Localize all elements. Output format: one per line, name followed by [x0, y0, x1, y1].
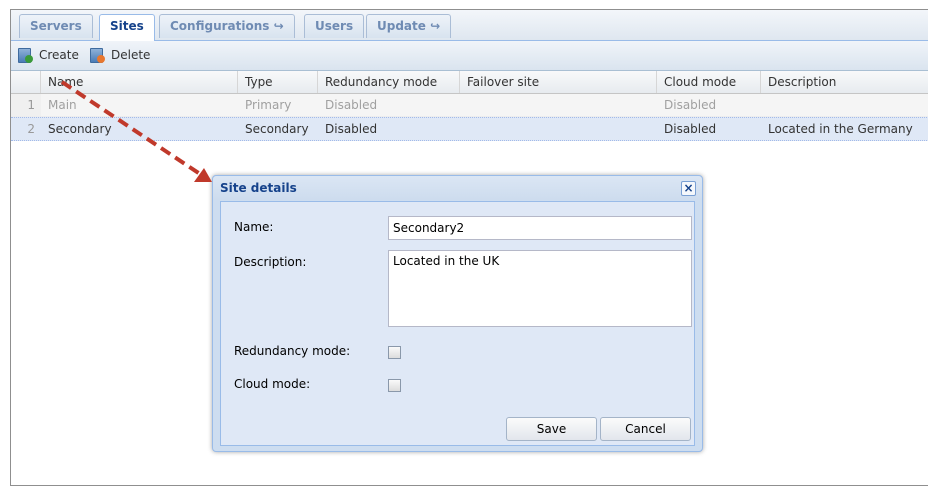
cloud-mode-checkbox[interactable] — [388, 379, 401, 392]
close-icon[interactable]: × — [681, 181, 696, 196]
cell-name: Main — [48, 98, 77, 112]
tab-sites[interactable]: Sites — [99, 14, 155, 41]
redundancy-mode-label: Redundancy mode: — [234, 344, 351, 358]
cell-description: Located in the Germany — [768, 122, 913, 136]
cell-type: Primary — [245, 98, 292, 112]
save-button[interactable]: Save — [506, 417, 597, 441]
column-header-type[interactable]: Type — [238, 71, 318, 93]
description-field[interactable]: Located in the UK — [388, 250, 692, 327]
delete-button-label: Delete — [111, 48, 151, 62]
row-number: 2 — [11, 118, 41, 140]
cell-failover — [460, 118, 657, 140]
tab-configurations[interactable]: Configurations ↪ — [159, 14, 295, 38]
column-header-redundancy[interactable]: Redundancy mode — [318, 71, 460, 93]
column-header-name[interactable]: Name — [41, 71, 238, 93]
cloud-mode-label: Cloud mode: — [234, 377, 311, 391]
dialog-header[interactable]: Site details × — [213, 176, 702, 200]
toolbar: Create Delete — [11, 41, 928, 71]
cell-failover — [460, 94, 657, 116]
name-label: Name: — [234, 220, 274, 234]
cell-cloud: Disabled — [664, 122, 717, 136]
create-button-label: Create — [39, 48, 79, 62]
column-header-failover[interactable]: Failover site — [460, 71, 657, 93]
site-details-dialog: Site details × Name: Description: Locate… — [212, 175, 703, 452]
cell-name: Secondary — [48, 122, 112, 136]
cancel-button[interactable]: Cancel — [600, 417, 691, 441]
tab-bar: Servers Sites Configurations ↪ Users Upd… — [11, 10, 928, 41]
delete-button[interactable]: Delete — [89, 46, 150, 64]
row-number: 1 — [11, 94, 41, 116]
table-row[interactable]: 2 Secondary Secondary Disabled Disabled … — [11, 117, 928, 141]
tab-users[interactable]: Users — [304, 14, 365, 38]
redundancy-mode-checkbox[interactable] — [388, 346, 401, 359]
row-number-header — [11, 71, 41, 93]
name-field[interactable] — [388, 216, 692, 240]
dialog-title: Site details — [220, 181, 297, 195]
grid-header: Name Type Redundancy mode Failover site … — [11, 71, 928, 94]
dialog-body: Name: Description: Located in the UK Red… — [220, 201, 695, 446]
add-document-icon — [17, 47, 33, 63]
cell-redundancy: Disabled — [325, 122, 378, 136]
create-button[interactable]: Create — [17, 46, 79, 64]
cell-redundancy: Disabled — [325, 98, 378, 112]
description-label: Description: — [234, 255, 307, 269]
column-header-cloud[interactable]: Cloud mode — [657, 71, 761, 93]
table-row[interactable]: 1 Main Primary Disabled Disabled — [11, 94, 928, 117]
cell-cloud: Disabled — [664, 98, 717, 112]
delete-document-icon — [89, 47, 105, 63]
cell-description — [761, 94, 928, 116]
column-header-description[interactable]: Description — [761, 71, 928, 93]
cell-type: Secondary — [245, 122, 309, 136]
tab-update[interactable]: Update ↪ — [366, 14, 452, 38]
tab-servers[interactable]: Servers — [19, 14, 93, 38]
